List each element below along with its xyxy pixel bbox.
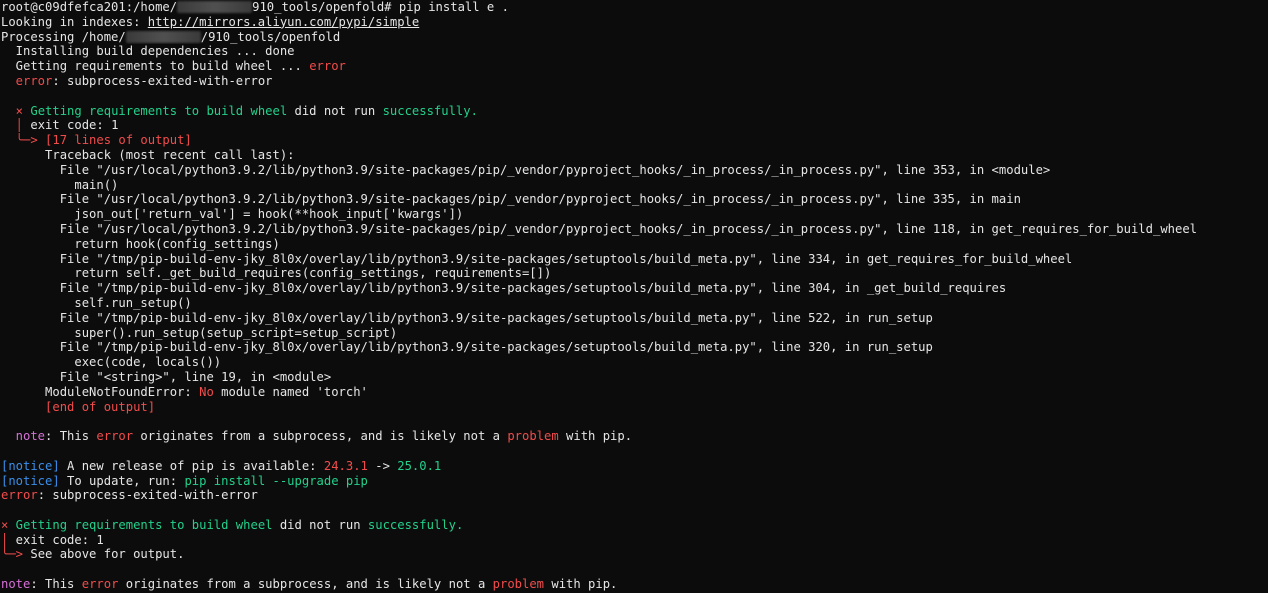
exit-code-line: │ exit code: 1 <box>1 532 104 547</box>
status-error: error <box>309 59 346 74</box>
exit-code-line: │ exit code: 1 <box>1 118 119 133</box>
traceback-line: main() <box>1 177 119 192</box>
traceback-line: exec(code, locals()) <box>1 355 222 370</box>
see-above-line: ╰─> See above for output. <box>1 547 185 562</box>
tree-arrow-icon: ╰─> <box>1 547 24 562</box>
module-not-found-line: ModuleNotFoundError: No module named 'to… <box>1 384 368 399</box>
traceback-line: File "/tmp/pip-build-env-jky_8l0x/overla… <box>1 310 933 325</box>
install-deps-line: Installing build dependencies ... done <box>1 44 295 59</box>
traceback-line: return self._get_build_requires(config_s… <box>1 266 552 281</box>
traceback-line: File "/usr/local/python3.9.2/lib/python3… <box>1 162 1051 177</box>
processing-line: Processing /home//910_tools/openfold <box>1 29 341 44</box>
error-line: error: subprocess-exited-with-error <box>1 488 258 503</box>
new-version: 25.0.1 <box>397 458 442 473</box>
traceback-line: File "/tmp/pip-build-env-jky_8l0x/overla… <box>1 251 1073 266</box>
error-line: error: subprocess-exited-with-error <box>1 73 273 88</box>
prompt-line: root@c09dfefca201:/home/910_tools/openfo… <box>1 0 509 14</box>
redacted-username <box>177 1 253 13</box>
end-of-output: [end of output] <box>1 399 156 414</box>
terminal-window[interactable]: root@c09dfefca201:/home/910_tools/openfo… <box>0 0 1268 593</box>
traceback-line: Traceback (most recent call last): <box>1 147 295 162</box>
upgrade-command: pip install --upgrade pip <box>184 473 368 488</box>
failure-summary: × Getting requirements to build wheel di… <box>1 103 478 118</box>
traceback-line: self.run_setup() <box>1 295 192 310</box>
index-url-link[interactable]: http://mirrors.aliyun.com/pypi/simple <box>148 15 420 29</box>
cross-icon: × <box>1 103 24 118</box>
old-version: 24.3.1 <box>323 458 368 473</box>
traceback-line: super().run_setup(setup_script=setup_scr… <box>1 325 398 340</box>
failure-summary: × Getting requirements to build wheel di… <box>1 517 464 532</box>
note-line: note: This error originates from a subpr… <box>1 577 618 592</box>
traceback-block: Traceback (most recent call last): File … <box>1 148 1268 385</box>
notice-update-line: [notice] To update, run: pip install --u… <box>1 473 368 488</box>
tree-bar-icon: │ <box>1 118 24 133</box>
traceback-line: File "/usr/local/python3.9.2/lib/python3… <box>1 192 1021 207</box>
output-lines-count: ╰─> [17 lines of output] <box>1 133 192 148</box>
traceback-line: File "/tmp/pip-build-env-jky_8l0x/overla… <box>1 340 933 355</box>
looking-in-indexes: Looking in indexes: http://mirrors.aliyu… <box>1 14 420 29</box>
traceback-line: File "/tmp/pip-build-env-jky_8l0x/overla… <box>1 281 1007 296</box>
command-text: pip install e . <box>391 0 509 14</box>
redacted-path <box>125 30 201 43</box>
traceback-line: return hook(config_settings) <box>1 236 280 251</box>
traceback-line: json_out['return_val'] = hook(**hook_inp… <box>1 207 464 222</box>
traceback-line: File "<string>", line 19, in <module> <box>1 369 332 384</box>
getting-reqs-line: Getting requirements to build wheel ... … <box>1 59 346 74</box>
notice-release-line: [notice] A new release of pip is availab… <box>1 458 442 473</box>
traceback-line: File "/usr/local/python3.9.2/lib/python3… <box>1 221 1198 236</box>
note-line: note: This error originates from a subpr… <box>1 429 633 444</box>
